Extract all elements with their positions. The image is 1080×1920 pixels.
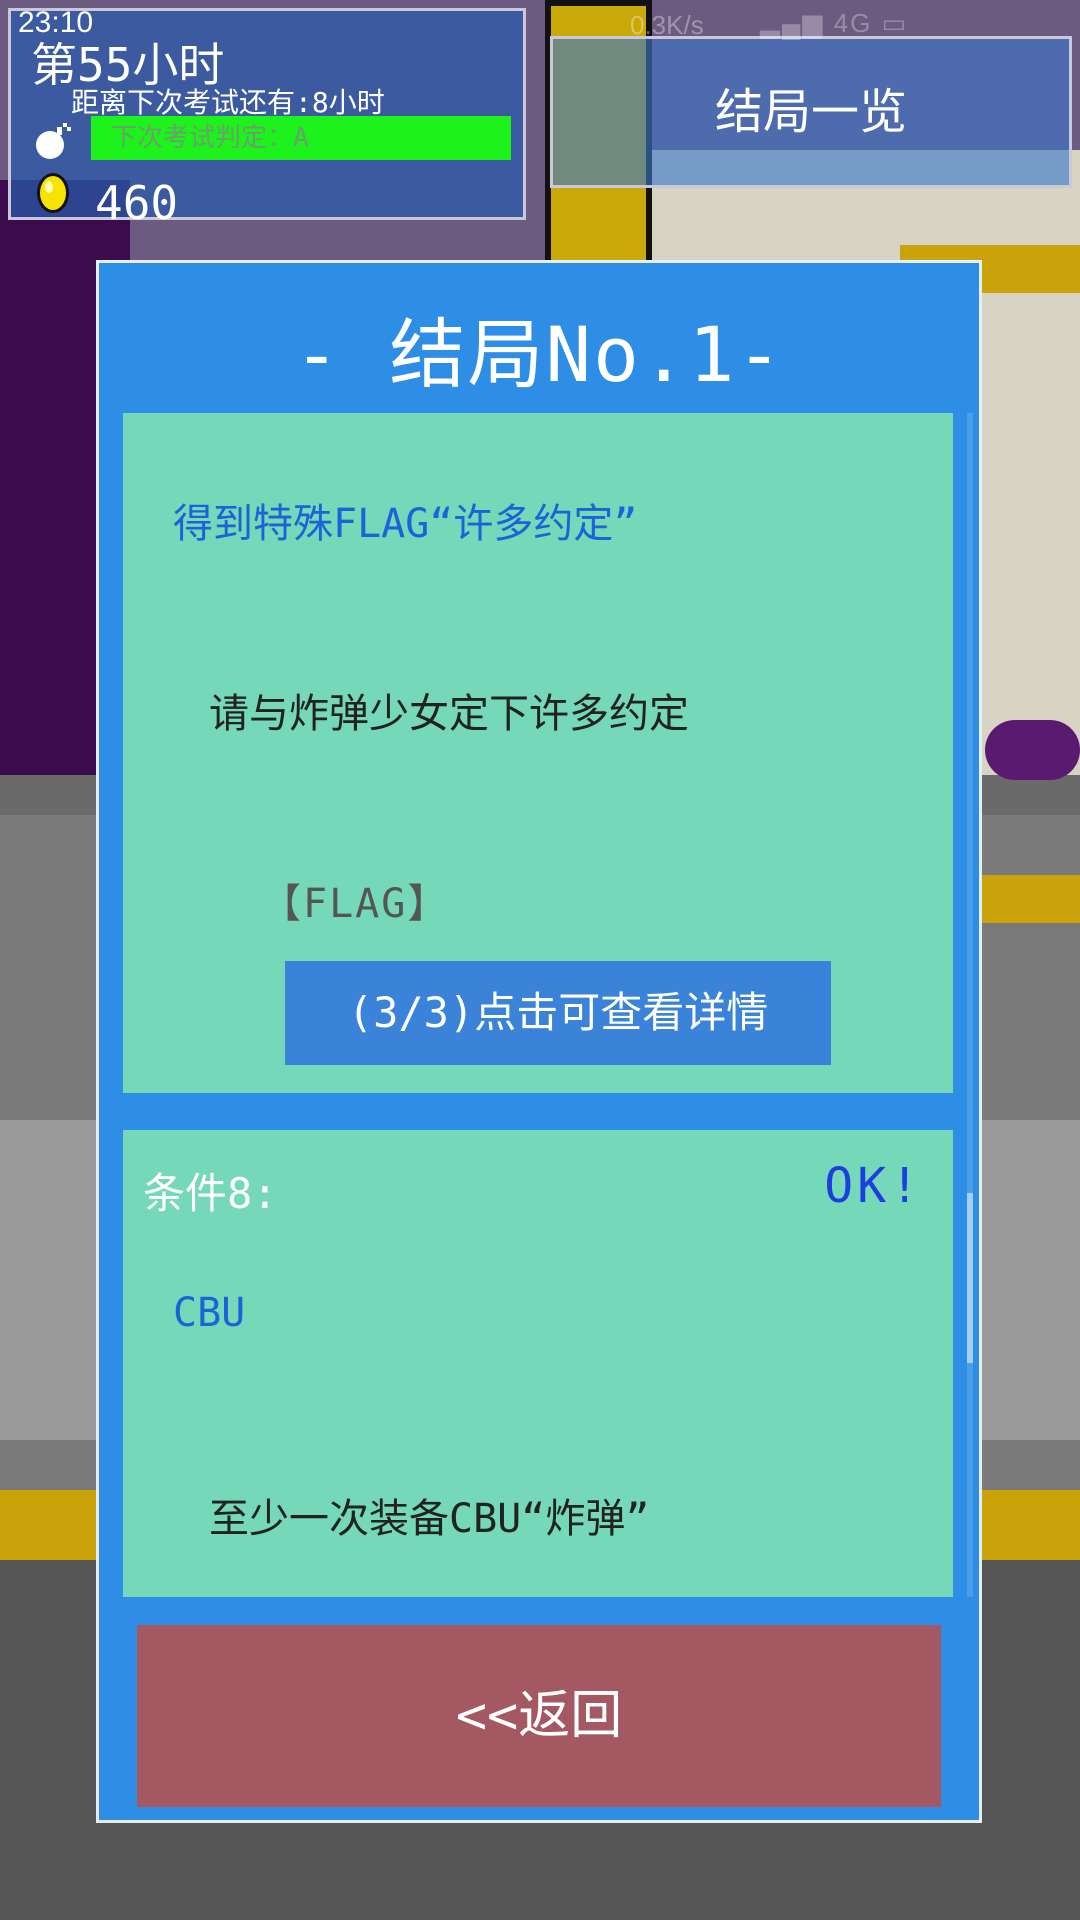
condition-card: 条件8: OK! CBU 至少一次装备CBU“炸弹” [123,1130,953,1597]
condition-name: CBU [173,1290,246,1336]
exam-grade-bar: 下次考试判定：A [91,116,511,160]
signal-icon: ▂▄▆ [760,8,825,38]
bomb-icon [36,123,71,159]
endings-list-button[interactable]: 结局一览 [550,36,1072,188]
bg-purple-blob [985,720,1080,780]
signal-label: 4G [833,8,873,38]
flag-title: 得到特殊FLAG“许多约定” [173,501,638,547]
status-network-speed: 0.3K/s [630,10,704,40]
status-time: 23:10 [18,6,94,39]
condition-description: 至少一次装备CBU“炸弹” [209,1496,650,1542]
battery-icon: ▭ [881,8,909,38]
flag-description: 请与炸弹少女定下许多约定 [209,691,689,737]
condition-status: OK! [824,1158,923,1214]
back-button[interactable]: <<返回 [137,1625,941,1807]
ending-panel: - 结局No.1- 得到特殊FLAG“许多约定” 请与炸弹少女定下许多约定 【F… [96,260,982,1823]
scrollbar-thumb[interactable] [967,1193,973,1363]
status-signal: ▂▄▆ 4G ▭ [760,8,908,39]
coin-icon [37,173,69,213]
exam-countdown: 距离下次考试还有:8小时 [71,86,385,119]
flag-tag: 【FLAG】 [261,881,450,927]
panel-title: - 结局No.1- [293,310,785,399]
flag-card: 得到特殊FLAG“许多约定” 请与炸弹少女定下许多约定 【FLAG】 (3/3)… [123,413,953,1093]
scrollbar-track[interactable] [967,413,973,1597]
condition-label: 条件8: [143,1169,278,1218]
coin-count: 460 [95,176,179,230]
view-details-button[interactable]: (3/3)点击可查看详情 [285,961,831,1065]
